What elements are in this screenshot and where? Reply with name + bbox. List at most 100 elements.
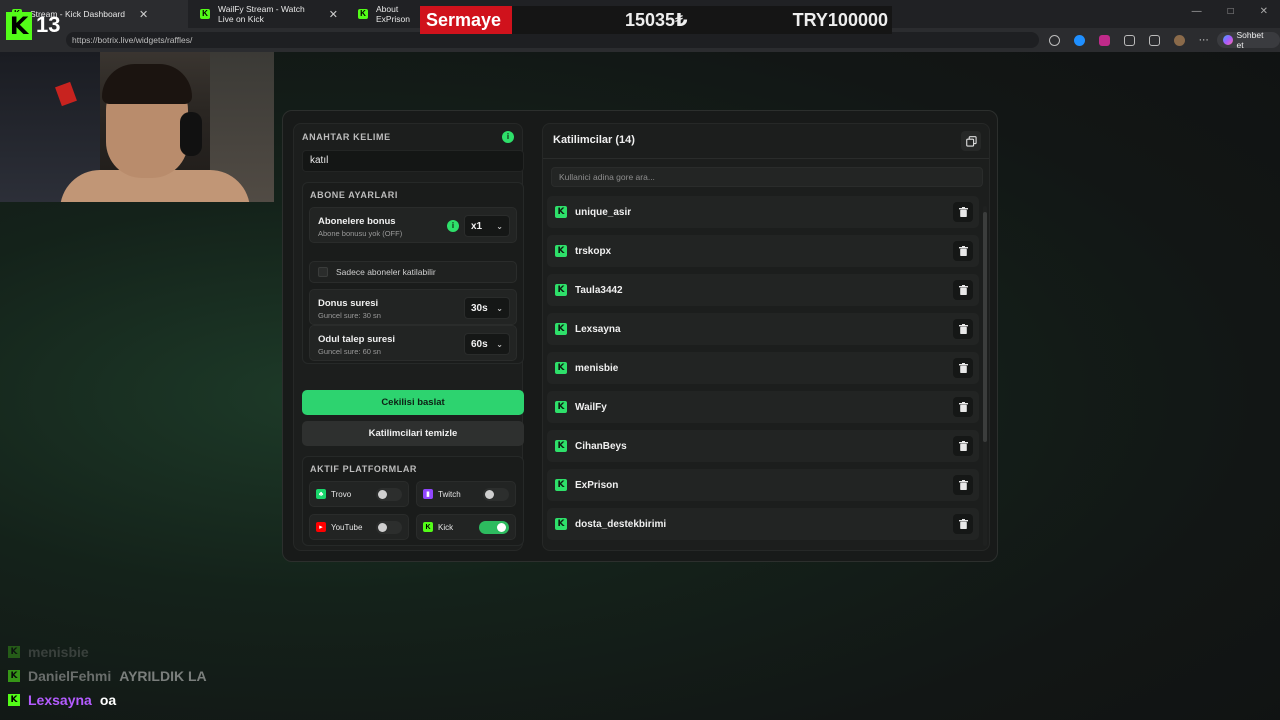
list-item: K menisbie <box>547 352 979 384</box>
platform-twitch: ▮ Twitch <box>416 481 516 507</box>
delete-button[interactable] <box>953 397 973 417</box>
extension-icon[interactable] <box>1098 34 1110 46</box>
chat-username: menisbie <box>28 644 89 660</box>
copilot-icon <box>1222 35 1233 45</box>
trash-icon <box>958 246 968 256</box>
stream-chat-overlay: K menisbie K DanielFehmi AYRILDIK LA K L… <box>8 640 207 712</box>
delete-button[interactable] <box>953 514 973 534</box>
participant-name: menisbie <box>575 362 619 374</box>
collections-icon[interactable] <box>1148 34 1160 46</box>
chevron-down-icon: ⌄ <box>496 303 503 313</box>
kick-icon: K <box>555 284 567 296</box>
chat-text: oa <box>99 692 117 708</box>
participant-name: Lexsayna <box>575 323 621 335</box>
list-item: K unique_asir <box>547 196 979 228</box>
trovo-toggle[interactable] <box>376 488 402 501</box>
list-item: K Taula3442 <box>547 274 979 306</box>
kick-icon: K <box>555 245 567 257</box>
copilot-chat-button[interactable]: Sohbet et <box>1216 30 1280 50</box>
bonus-multiplier-select[interactable]: x1 ⌄ <box>464 215 510 237</box>
delete-button[interactable] <box>953 202 973 222</box>
url-field[interactable]: https://botrix.live/widgets/raffles/ <box>66 32 1039 48</box>
clear-participants-button[interactable]: Katilimcilari temizle <box>302 421 524 446</box>
copy-button[interactable] <box>961 131 981 151</box>
subscriber-settings-title: ABONE AYARLARI <box>310 190 398 200</box>
subscriber-settings: ABONE AYARLARI Abonelere bonus Abone bon… <box>302 182 524 364</box>
duration-sub: Guncel sure: 30 sn <box>318 311 381 320</box>
list-item: K WailFy <box>547 391 979 423</box>
chat-message: K menisbie <box>8 640 207 664</box>
kick-logo-icon: K <box>6 12 32 40</box>
twitch-toggle[interactable] <box>483 488 509 501</box>
kick-icon: K <box>8 694 20 706</box>
keyword-input[interactable]: katıl <box>302 150 524 172</box>
only-subscribers-checkbox[interactable] <box>318 267 328 277</box>
chevron-down-icon: ⌄ <box>496 339 503 349</box>
keyword-title: ANAHTAR KELIME <box>302 132 391 142</box>
favorite-star-icon[interactable] <box>1048 34 1060 46</box>
participant-name: ExPrison <box>575 479 619 491</box>
tab-wailfy-stream[interactable]: K WailFy Stream - Watch Live on Kick ✕ <box>188 0 346 28</box>
only-subscribers-label: Sadece aboneler katilabilir <box>336 267 436 277</box>
participant-name: unique_asir <box>575 206 632 218</box>
more-menu-icon[interactable]: ⋯ <box>1199 35 1209 46</box>
kick-icon: K <box>555 479 567 491</box>
participant-search-input[interactable]: Kullanici adina gore ara... <box>551 167 983 187</box>
kick-icon: K <box>555 401 567 413</box>
duration-select[interactable]: 30s ⌄ <box>464 297 510 319</box>
delete-button[interactable] <box>953 436 973 456</box>
minimize-icon[interactable]: — <box>1192 6 1202 17</box>
participants-title: Katilimcilar (14) <box>553 134 635 146</box>
tab-close-icon[interactable]: ✕ <box>139 8 148 21</box>
only-subscribers-row[interactable]: Sadece aboneler katilabilir <box>309 261 517 283</box>
list-item: K ExPrison <box>547 469 979 501</box>
platform-kick: K Kick <box>416 514 516 540</box>
chat-username: Lexsayna <box>28 692 92 708</box>
close-window-icon[interactable]: ✕ <box>1260 6 1268 17</box>
claim-label: Odul talep suresi <box>318 334 396 345</box>
delete-button[interactable] <box>953 280 973 300</box>
start-raffle-button[interactable]: Cekilisi baslat <box>302 390 524 415</box>
info-icon[interactable]: i <box>447 220 459 232</box>
delete-button[interactable] <box>953 358 973 378</box>
divider <box>543 158 989 159</box>
extensions-puzzle-icon[interactable] <box>1123 34 1135 46</box>
platform-label: Trovo <box>331 489 352 499</box>
trash-icon <box>958 324 968 334</box>
kick-icon: K <box>555 323 567 335</box>
platform-label: Twitch <box>438 489 461 499</box>
window-controls: — □ ✕ <box>1192 6 1268 17</box>
chat-text: AYRILDIK LA <box>119 668 207 684</box>
profile-avatar[interactable] <box>1173 34 1185 46</box>
trash-icon <box>958 285 968 295</box>
kick-toggle[interactable] <box>479 521 509 534</box>
kick-icon: K <box>555 362 567 374</box>
trovo-icon: ♣ <box>316 489 326 499</box>
participant-list: K unique_asir K trskopx K Taula3442 K Le… <box>543 194 983 550</box>
info-icon[interactable]: i <box>502 131 514 143</box>
trash-icon <box>958 519 968 529</box>
kick-icon: K <box>8 670 20 682</box>
scrollbar-thumb[interactable] <box>983 212 987 442</box>
delete-button[interactable] <box>953 475 973 495</box>
webcam-feed <box>0 52 274 202</box>
delete-button[interactable] <box>953 241 973 261</box>
ticker-value-target: TRY100000 <box>792 9 888 30</box>
trash-icon <box>958 441 968 451</box>
extension-icon[interactable] <box>1073 34 1085 46</box>
delete-button[interactable] <box>953 319 973 339</box>
list-item: K CihanBeys <box>547 430 979 462</box>
platform-youtube: ▸ YouTube <box>309 514 409 540</box>
tab-close-icon[interactable]: ✕ <box>329 8 338 21</box>
kick-icon: K <box>8 646 20 658</box>
kick-counter: 13 <box>36 12 61 37</box>
claim-time-select[interactable]: 60s ⌄ <box>464 333 510 355</box>
platform-label: YouTube <box>331 522 363 532</box>
bonus-value: x1 <box>471 220 483 232</box>
ticker-label: Sermaye <box>420 6 512 34</box>
kick-icon: K <box>555 206 567 218</box>
raffle-settings-panel: ANAHTAR KELIME i katıl ABONE AYARLARI Ab… <box>293 123 524 551</box>
youtube-toggle[interactable] <box>376 521 402 534</box>
kick-icon: K <box>555 518 567 530</box>
maximize-icon[interactable]: □ <box>1228 6 1234 17</box>
